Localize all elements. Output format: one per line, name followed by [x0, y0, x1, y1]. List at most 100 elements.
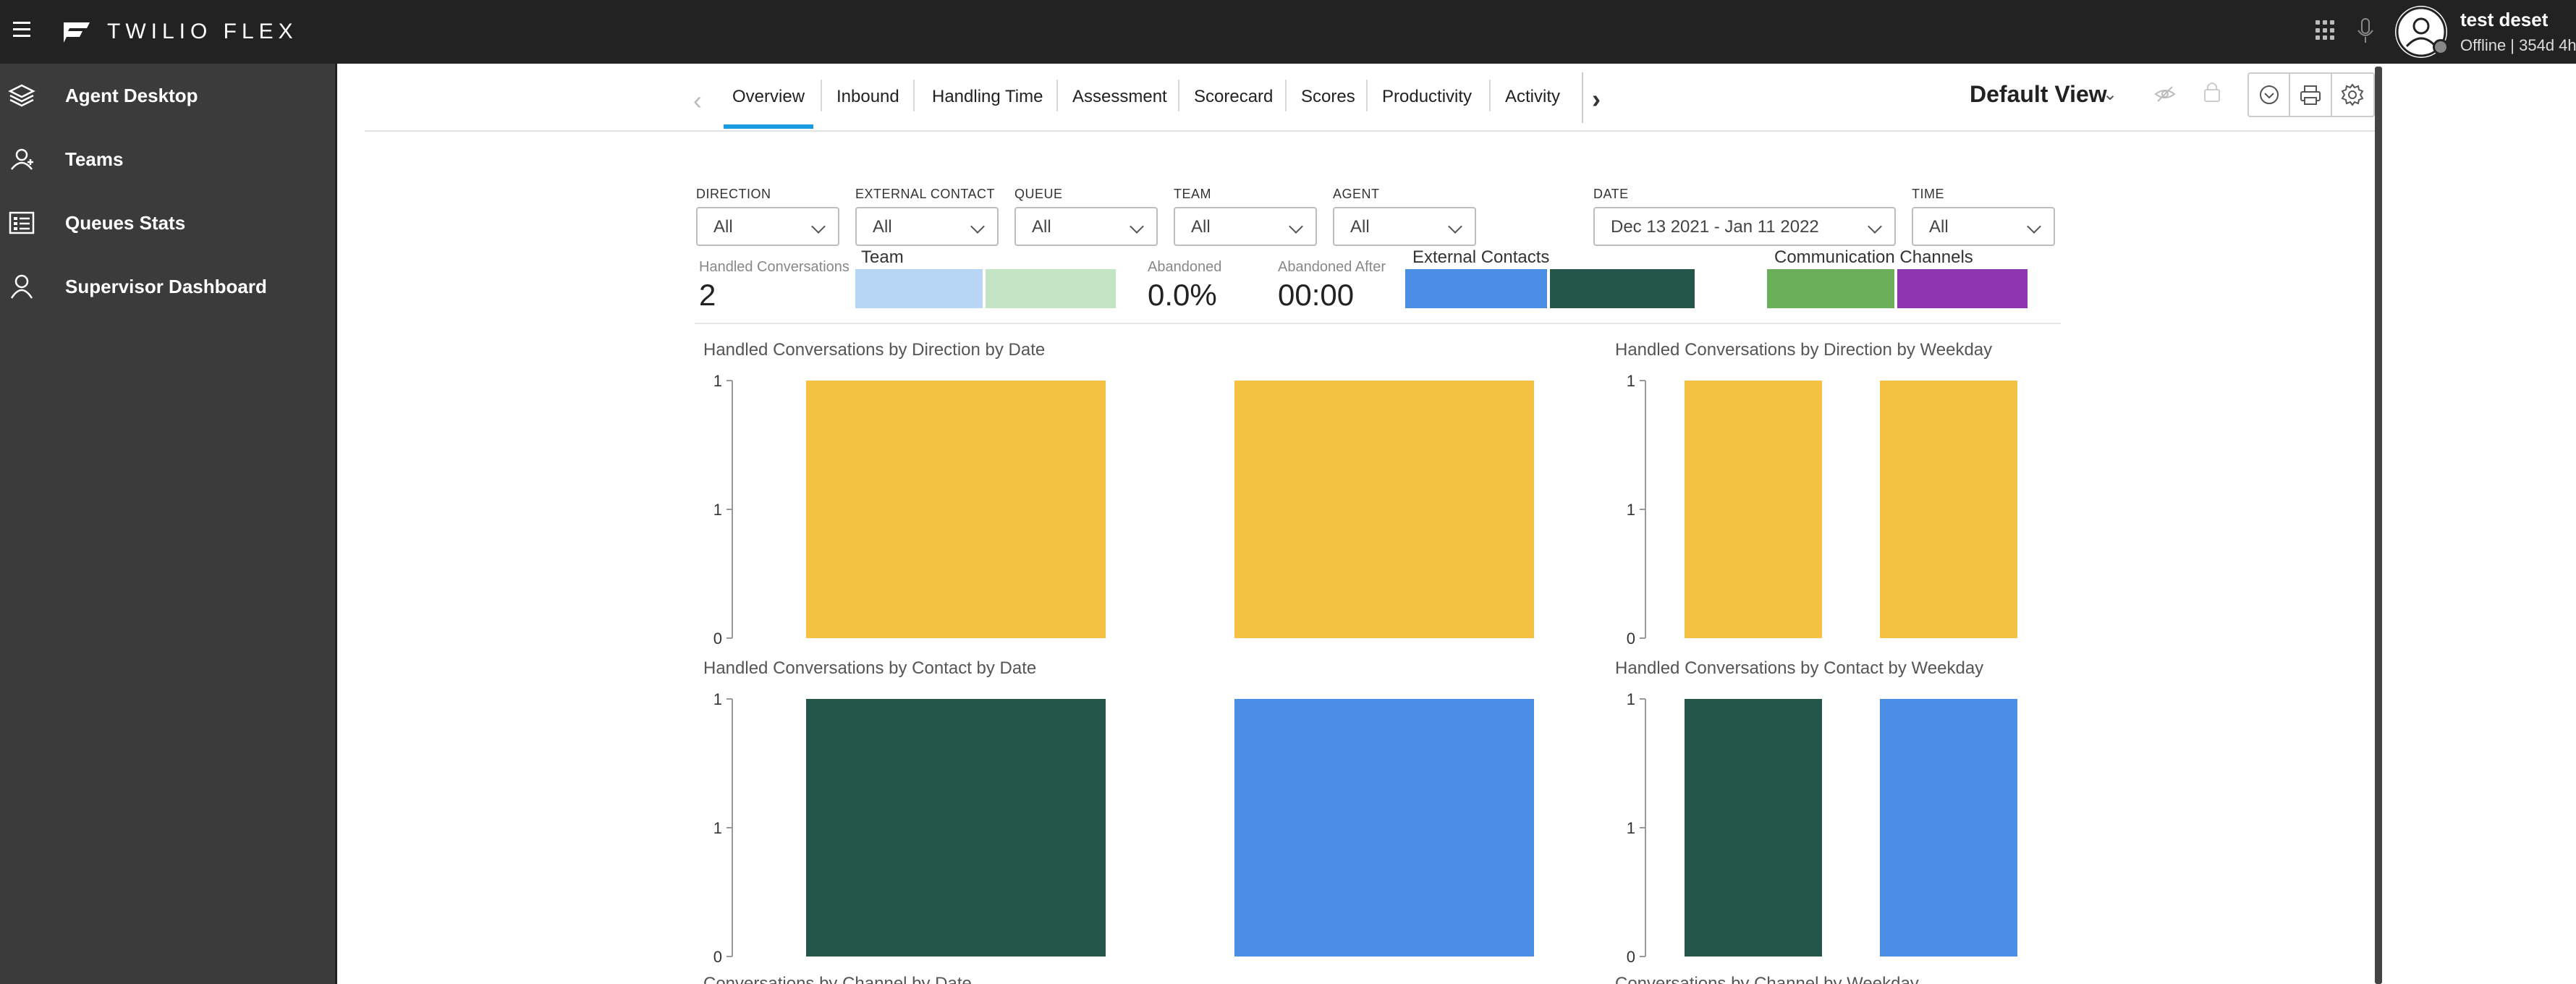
tab-divider: [1366, 80, 1368, 111]
select-value: Dec 13 2021 - Jan 11 2022: [1611, 217, 1819, 237]
channels-legend-swatch[interactable]: [1897, 269, 2028, 308]
sidebar-item-label: Supervisor Dashboard: [65, 275, 267, 297]
tab-inbound[interactable]: Inbound: [836, 87, 899, 107]
select-value: All: [713, 217, 733, 237]
chevron-down-icon: [1289, 219, 1303, 234]
y-tick-label: 0: [1627, 629, 1635, 648]
y-tick-label: 0: [713, 629, 722, 648]
y-tick-label: 1: [713, 690, 722, 708]
tab-activity[interactable]: Activity: [1505, 87, 1560, 107]
sidebar-item-teams[interactable]: Teams: [0, 127, 337, 191]
bar-chart-contact-by-date: 1 1 0: [713, 690, 1534, 966]
agent-select[interactable]: All: [1333, 207, 1476, 246]
bar-chart-direction-by-weekday: 1 1 0: [1627, 372, 2017, 648]
user-status[interactable]: Offline | 354d 4h: [2460, 36, 2576, 55]
sidebar-item-label: Agent Desktop: [65, 84, 198, 106]
chart-bar: [806, 699, 1106, 957]
tab-scorecard[interactable]: Scorecard: [1194, 87, 1273, 107]
chart-bar: [1880, 699, 2017, 957]
scrollbar[interactable]: [2375, 67, 2382, 984]
bar-chart-direction-by-date: 1 1 0: [713, 372, 1534, 648]
select-value: All: [1929, 217, 1949, 237]
filter-label-date: DATE: [1593, 187, 1629, 201]
handled-conversations-value: 2: [699, 278, 716, 312]
tab-scores[interactable]: Scores: [1301, 87, 1355, 107]
tab-divider: [1582, 72, 1583, 123]
lock-icon[interactable]: [2203, 80, 2221, 103]
status-indicator: [2433, 39, 2449, 55]
external-contact-select[interactable]: All: [855, 207, 999, 246]
tab-next-icon[interactable]: ›: [1592, 84, 1601, 114]
eye-hidden-icon[interactable]: [2153, 82, 2177, 106]
team-icon: [11, 148, 33, 170]
sidebar-item-agent-desktop[interactable]: Agent Desktop: [0, 64, 337, 127]
chevron-down-icon: [970, 219, 985, 234]
apps-grid-icon[interactable]: [2316, 20, 2336, 41]
channels-legend-swatch[interactable]: [1767, 269, 1894, 308]
external-contacts-label: External Contacts: [1412, 247, 1550, 267]
team-legend-swatch[interactable]: [855, 269, 983, 308]
chart-title: Handled Conversations by Direction by Da…: [703, 340, 1046, 360]
abandoned-label: Abandoned: [1148, 259, 1222, 275]
schedule-button[interactable]: [2249, 74, 2291, 116]
y-tick-label: 1: [713, 819, 722, 837]
direction-select[interactable]: All: [696, 207, 839, 246]
y-tick-label: 1: [713, 372, 722, 390]
filter-label-queue: QUEUE: [1014, 187, 1063, 201]
filter-label-direction: DIRECTION: [696, 187, 771, 201]
y-tick-label: 1: [1627, 372, 1635, 390]
handled-conversations-label: Handled Conversations: [699, 259, 850, 275]
queue-select[interactable]: All: [1014, 207, 1158, 246]
sidebar: Agent Desktop Teams Queues Stats Supervi…: [0, 64, 337, 984]
abandoned-after-value: 00:00: [1278, 278, 1355, 312]
tab-divider: [1489, 80, 1491, 111]
chevron-down-icon[interactable]: ⌄: [2103, 84, 2117, 105]
tab-handling-time[interactable]: Handling Time: [932, 87, 1043, 107]
select-value: All: [1350, 217, 1370, 237]
tab-overview[interactable]: Overview: [732, 87, 805, 107]
tab-divider: [1056, 80, 1058, 111]
y-tick-label: 1: [1627, 690, 1635, 708]
abandoned-value: 0.0%: [1148, 278, 1217, 312]
select-value: All: [1032, 217, 1051, 237]
tab-divider: [1178, 80, 1179, 111]
brand-name: TWILIO FLEX: [107, 20, 298, 43]
y-tick-label: 0: [713, 948, 722, 966]
tab-assessment[interactable]: Assessment: [1072, 87, 1167, 107]
team-select[interactable]: All: [1174, 207, 1317, 246]
team-legend-swatch[interactable]: [986, 269, 1116, 308]
tab-divider: [1285, 80, 1287, 111]
user-name: test deset: [2460, 9, 2549, 30]
chevron-down-icon: [2027, 219, 2041, 234]
clock-icon: [2259, 85, 2279, 104]
view-selector[interactable]: Default View: [1970, 81, 2107, 108]
microphone-icon[interactable]: [2356, 17, 2375, 45]
menu-icon[interactable]: [13, 22, 30, 38]
print-button[interactable]: [2290, 74, 2332, 116]
tab-prev-icon[interactable]: ‹: [693, 85, 702, 116]
chevron-down-icon: [811, 219, 826, 234]
sidebar-item-label: Queues Stats: [65, 211, 186, 234]
toolbar: [2247, 72, 2375, 117]
select-value: All: [1191, 217, 1211, 237]
sidebar-item-supervisor-dashboard[interactable]: Supervisor Dashboard: [0, 255, 337, 318]
external-contacts-legend-swatch[interactable]: [1405, 269, 1547, 308]
sidebar-item-queues-stats[interactable]: Queues Stats: [0, 191, 337, 255]
filter-label-external-contact: EXTERNAL CONTACT: [855, 187, 996, 201]
chart-bar: [1880, 381, 2017, 638]
time-select[interactable]: All: [1912, 207, 2055, 246]
tab-productivity[interactable]: Productivity: [1382, 87, 1472, 107]
chart-bar: [1234, 381, 1534, 638]
date-range-select[interactable]: Dec 13 2021 - Jan 11 2022: [1593, 207, 1896, 246]
brand-logo: TWILIO FLEX: [62, 16, 298, 48]
filter-label-team: TEAM: [1174, 187, 1212, 201]
settings-button[interactable]: [2332, 74, 2373, 116]
divider: [695, 323, 2061, 324]
top-bar: [0, 0, 2576, 64]
external-contacts-legend-swatch[interactable]: [1550, 269, 1695, 308]
select-value: All: [873, 217, 892, 237]
printer-icon: [2300, 85, 2321, 105]
bar-chart-contact-by-weekday: 1 1 0: [1627, 690, 2017, 966]
user-icon: [10, 274, 33, 299]
chart-title: Handled Conversations by Contact by Date: [703, 658, 1037, 678]
